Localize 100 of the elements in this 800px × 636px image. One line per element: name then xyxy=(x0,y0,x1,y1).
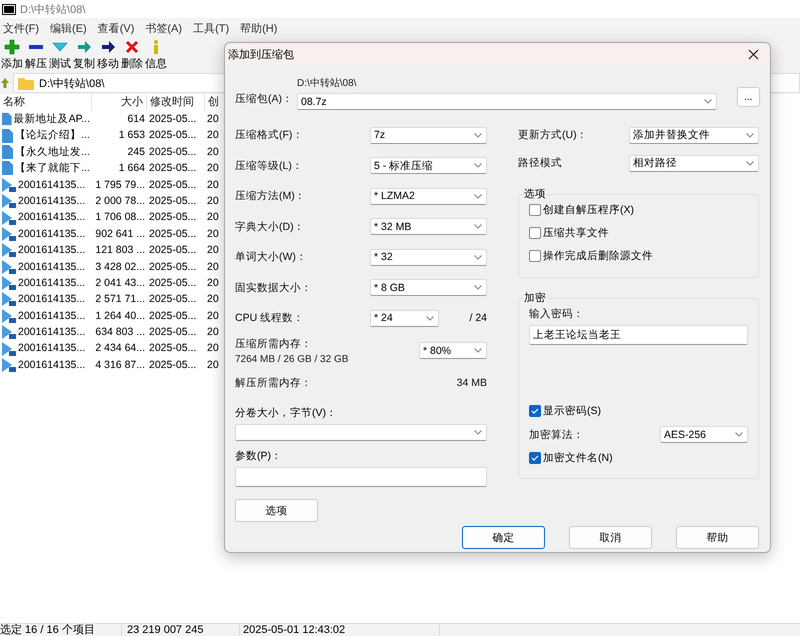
toolbar-button[interactable]: 添加 xyxy=(0,39,24,71)
parameters-field[interactable] xyxy=(235,467,487,487)
file-name-cell[interactable]: 2001614135... xyxy=(0,176,92,193)
table-cell-text: 2025-05... xyxy=(148,341,198,356)
checkbox[interactable] xyxy=(529,250,541,262)
table-cell-text: 1 264 40... xyxy=(94,308,146,324)
table-cell-text: 20 xyxy=(206,276,220,291)
checkbox[interactable] xyxy=(529,405,541,417)
field-label: 参数(P)： xyxy=(235,449,283,463)
column-header[interactable]: 名称 xyxy=(0,94,92,111)
checkbox-label[interactable]: 压缩共享文件 xyxy=(543,226,609,240)
file-name-cell[interactable]: 【永久地址发... xyxy=(0,144,92,160)
close-icon xyxy=(748,48,758,60)
table-cell-text: 121 803 ... xyxy=(94,243,146,258)
file-name-cell[interactable]: 2001614135... xyxy=(0,308,92,324)
checkbox-label[interactable]: 加密文件名(N) xyxy=(543,451,613,465)
table-cell-text: 20 xyxy=(206,178,220,193)
table-cell-text: 20 xyxy=(206,194,220,209)
file-name-cell[interactable]: 2001614135... xyxy=(0,291,92,308)
table-cell-text: 20 xyxy=(206,325,220,340)
dropdown[interactable]: 5 - 标准压缩 xyxy=(370,157,487,174)
toolbar-button[interactable]: 测试 xyxy=(48,39,72,71)
table-cell-text: 2025-05... xyxy=(148,276,198,291)
file-name-cell[interactable]: 2001614135... xyxy=(0,340,92,357)
file-name-cell[interactable]: 2001614135... xyxy=(0,242,92,259)
table-cell-text: 3 428 02... xyxy=(94,260,146,275)
menu-item[interactable]: 工具(T) xyxy=(190,20,238,36)
file-name-cell[interactable]: 最新地址及AP... xyxy=(0,111,92,128)
column-header[interactable]: 大小 xyxy=(92,94,147,111)
archive-name-dropdown[interactable]: 08.7z xyxy=(297,93,717,110)
checkbox[interactable] xyxy=(529,452,541,464)
file-name-cell[interactable]: 2001614135... xyxy=(0,324,92,340)
checkbox-label[interactable]: 创建自解压程序(X) xyxy=(543,203,634,217)
table-cell-text: 634 803 ... xyxy=(94,325,146,340)
options-button[interactable]: 选项 xyxy=(235,499,318,522)
toolbar-button[interactable]: 删除 xyxy=(120,39,144,71)
dropdown[interactable]: * 24 xyxy=(370,310,439,327)
file-name-cell[interactable]: 2001614135... xyxy=(0,356,92,374)
checkbox-label[interactable]: 操作完成后删除源文件 xyxy=(543,249,653,263)
chevron-down-icon xyxy=(735,432,743,437)
file-name-cell[interactable]: 【论坛介绍】... xyxy=(0,127,92,144)
checkbox[interactable] xyxy=(529,204,541,216)
table-cell-text: 1 653 xyxy=(118,128,146,144)
column-header[interactable]: 修改时间 xyxy=(147,94,205,111)
table-cell-text: 2 434 64... xyxy=(94,341,146,356)
password-field[interactable]: 上老王论坛当老王 xyxy=(529,324,748,344)
dialog-button[interactable]: 确定 xyxy=(462,526,545,549)
toolbar-button[interactable]: 复制 xyxy=(72,39,96,71)
folder-icon xyxy=(18,76,34,90)
menu-item[interactable]: 编辑(E) xyxy=(47,20,95,36)
dropdown[interactable]: 7z xyxy=(370,126,487,144)
dropdown[interactable]: * LZMA2 xyxy=(370,188,487,205)
field-label: 压缩包(A)： xyxy=(235,92,293,106)
menu-item[interactable]: 书签(A) xyxy=(142,20,190,36)
table-cell-text: 20 xyxy=(206,128,220,144)
dialog-button[interactable]: 取消 xyxy=(569,526,652,549)
table-cell-text: 2025-05... xyxy=(148,243,198,258)
toolbar-button[interactable]: 信息 xyxy=(144,39,168,71)
dropdown[interactable]: 添加并替换文件 xyxy=(629,126,759,144)
field-label: 加密算法： xyxy=(529,428,584,442)
file-name-cell[interactable]: 2001614135... xyxy=(0,274,92,292)
dropdown[interactable]: * 32 xyxy=(370,248,487,266)
table-cell-text: 20 xyxy=(206,161,220,176)
document-icon xyxy=(2,144,13,159)
dropdown[interactable]: * 8 GB xyxy=(370,279,487,296)
file-name-cell[interactable]: 2001614135... xyxy=(0,226,92,242)
dropdown[interactable]: * 80% xyxy=(419,342,487,359)
dialog-button[interactable]: 帮助 xyxy=(676,526,759,549)
dropdown[interactable]: AES-256 xyxy=(660,426,748,443)
table-cell-text: 2025-05... xyxy=(148,112,198,127)
file-name-cell[interactable]: 2001614135... xyxy=(0,258,92,275)
chevron-down-icon xyxy=(746,160,754,166)
field-label: 压缩等级(L)： xyxy=(235,158,303,173)
dropdown[interactable]: * 32 MB xyxy=(370,218,487,236)
dropdown[interactable]: 相对路径 xyxy=(629,154,759,172)
menu-item[interactable]: 文件(F) xyxy=(0,20,48,36)
split-size-dropdown[interactable] xyxy=(235,424,487,441)
table-cell-text: 2025-05... xyxy=(148,358,198,373)
file-name-cell[interactable]: 2001614135... xyxy=(0,209,92,226)
chevron-down-icon xyxy=(474,224,482,230)
field-label: 输入密码： xyxy=(529,306,585,320)
toolbar-button[interactable]: 移动 xyxy=(96,39,120,71)
menu-item[interactable]: 帮助(H) xyxy=(237,20,286,36)
table-cell-text: 2 041 43... xyxy=(94,276,146,291)
browse-button[interactable]: ... xyxy=(736,87,760,107)
field-label: 路径模式 xyxy=(518,156,562,170)
checkbox[interactable] xyxy=(529,227,541,239)
checkbox-label[interactable]: 显示密码(S) xyxy=(543,404,601,418)
table-cell-text: 2 571 71... xyxy=(94,292,146,308)
file-name-cell[interactable]: 【来了就能下... xyxy=(0,160,92,177)
chevron-down-icon xyxy=(474,254,482,260)
field-label: 分卷大小，字节(V)： xyxy=(235,406,338,420)
toolbar-button[interactable]: 解压 xyxy=(24,39,48,71)
table-cell-text: 20 xyxy=(206,243,220,258)
field-label: 字典大小(D)： xyxy=(235,220,305,234)
menu-item[interactable]: 查看(V) xyxy=(94,20,142,36)
video-file-icon xyxy=(2,260,16,274)
chevron-down-icon xyxy=(474,430,482,435)
file-name-cell[interactable]: 2001614135... xyxy=(0,192,92,210)
up-arrow-icon[interactable] xyxy=(0,77,10,89)
